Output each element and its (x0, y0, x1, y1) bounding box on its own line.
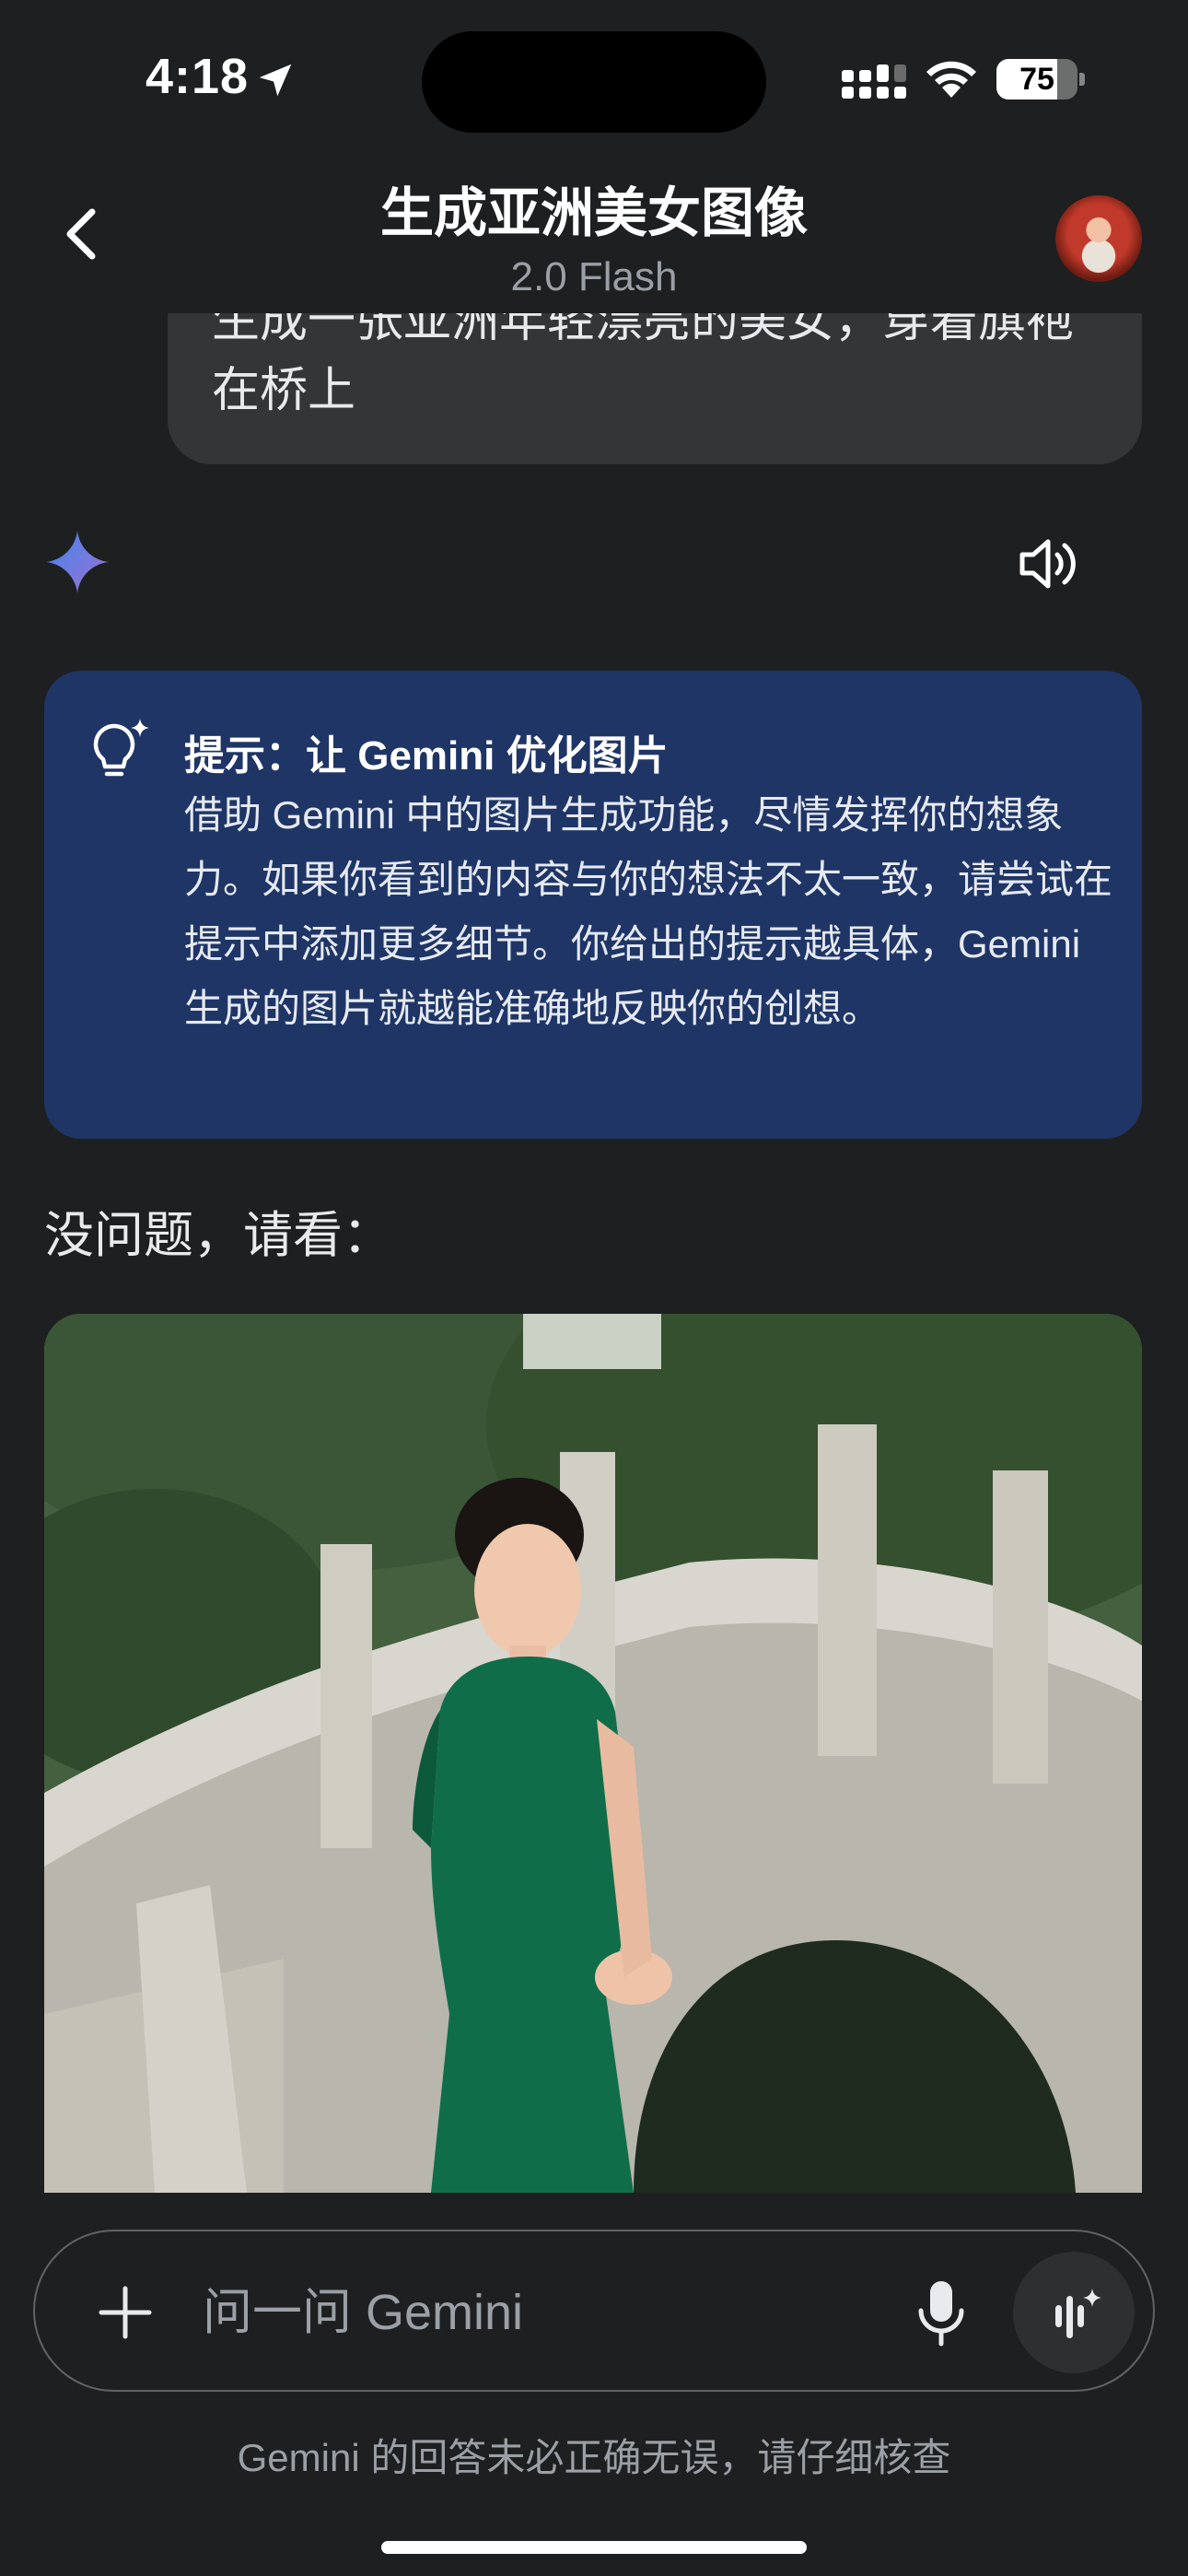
speaker-icon[interactable] (1019, 534, 1081, 593)
chat-header: 生成亚洲美女图像 2.0 Flash (0, 157, 1188, 313)
prompt-input[interactable] (201, 2265, 845, 2360)
tip-title: 提示：让 Gemini 优化图片 (184, 733, 669, 779)
tip-card: 提示：让 Gemini 优化图片 借助 Gemini 中的图片生成功能，尽情发挥… (44, 671, 1142, 1139)
wifi-icon (926, 61, 976, 98)
battery-indicator: 75 (996, 59, 1085, 100)
battery-body: 75 (996, 59, 1077, 100)
battery-percent: 75 (1019, 62, 1054, 97)
microphone-icon[interactable] (901, 2272, 982, 2353)
screen: 4:18 75 生成一张亚洲年轻漂亮的美女，穿着旗袍在桥上 生成亚洲美女图像 2… (0, 0, 1188, 2576)
gemini-spark-icon (46, 531, 109, 593)
lightbulb-sparkle-icon (93, 719, 149, 777)
gemini-live-icon (1055, 2289, 1101, 2338)
status-time: 4:18 (146, 49, 250, 104)
status-bar: 4:18 75 (0, 0, 1188, 157)
generated-image-art (44, 1314, 1142, 2193)
gemini-reply-text: 没问题，请看： (44, 1208, 392, 1263)
user-avatar[interactable] (1055, 195, 1142, 282)
plus-icon[interactable] (88, 2276, 162, 2349)
home-indicator[interactable] (381, 2541, 807, 2554)
chat-title[interactable]: 生成亚洲美女图像 (0, 170, 1188, 247)
dynamic-island (422, 31, 766, 133)
model-name[interactable]: 2.0 Flash (0, 254, 1188, 300)
location-arrow-icon (259, 64, 292, 97)
tip-body: 借助 Gemini 中的图片生成功能，尽情发挥你的想象力。如果你看到的内容与你的… (184, 793, 1113, 1030)
generated-image[interactable] (44, 1314, 1142, 2193)
message-composer (33, 2230, 1155, 2392)
cellular-signal-icon (842, 64, 906, 99)
disclaimer-text: Gemini 的回答未必正确无误，请仔细核查 (237, 2436, 951, 2479)
gemini-live-button[interactable] (1013, 2252, 1135, 2373)
battery-tip (1079, 73, 1085, 86)
